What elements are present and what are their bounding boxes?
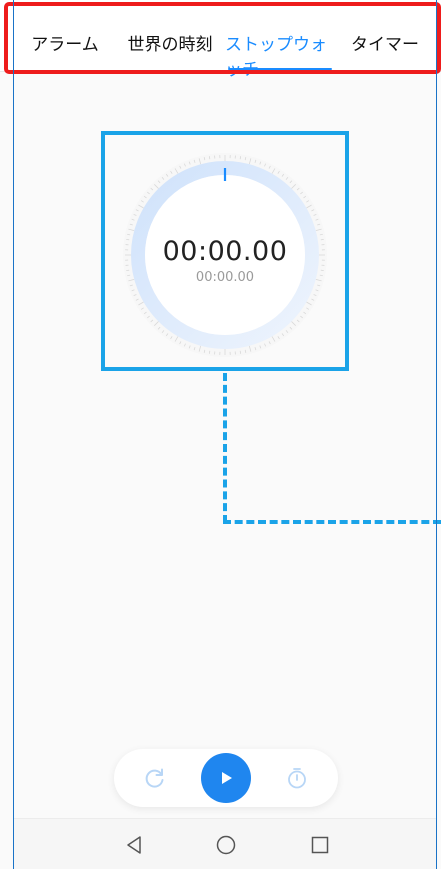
tab-timer[interactable]: タイマー bbox=[335, 18, 435, 70]
lap-button[interactable] bbox=[268, 749, 326, 807]
start-button[interactable] bbox=[197, 749, 255, 807]
stopwatch-dial: 00:00.00 00:00.00 bbox=[120, 150, 330, 360]
tab-alarm[interactable]: アラーム bbox=[15, 18, 115, 70]
callout-line-vertical bbox=[223, 373, 227, 523]
home-circle-icon[interactable] bbox=[214, 833, 238, 857]
tab-label: アラーム bbox=[31, 35, 99, 55]
lap-time: 00:00.00 bbox=[195, 270, 255, 285]
stopwatch-screen: アラーム 世界の時刻 ストップウォッチ タイマー 00:00.00 00:00.… bbox=[0, 0, 441, 869]
tab-label: 世界の時刻 bbox=[127, 35, 213, 55]
tabs: アラーム 世界の時刻 ストップウォッチ タイマー bbox=[15, 18, 435, 80]
recent-square-icon[interactable] bbox=[308, 833, 332, 857]
play-icon bbox=[222, 772, 232, 784]
play-button-circle bbox=[201, 753, 251, 803]
system-nav-bar bbox=[14, 818, 437, 869]
callout-line-horizontal bbox=[223, 520, 441, 524]
tab-stopwatch[interactable]: ストップウォッチ bbox=[225, 18, 335, 80]
tab-bar: アラーム 世界の時刻 ストップウォッチ タイマー bbox=[0, 0, 441, 80]
tab-world-clock[interactable]: 世界の時刻 bbox=[115, 18, 225, 70]
reset-button[interactable] bbox=[126, 749, 184, 807]
tab-label: ストップウォッチ bbox=[225, 35, 327, 80]
back-triangle-icon[interactable] bbox=[122, 833, 146, 857]
reset-icon bbox=[145, 768, 164, 788]
tab-label: タイマー bbox=[351, 35, 419, 55]
main-time: 00:00.00 bbox=[162, 236, 288, 267]
controls-bar bbox=[114, 749, 338, 807]
lap-timer-icon bbox=[288, 768, 306, 789]
